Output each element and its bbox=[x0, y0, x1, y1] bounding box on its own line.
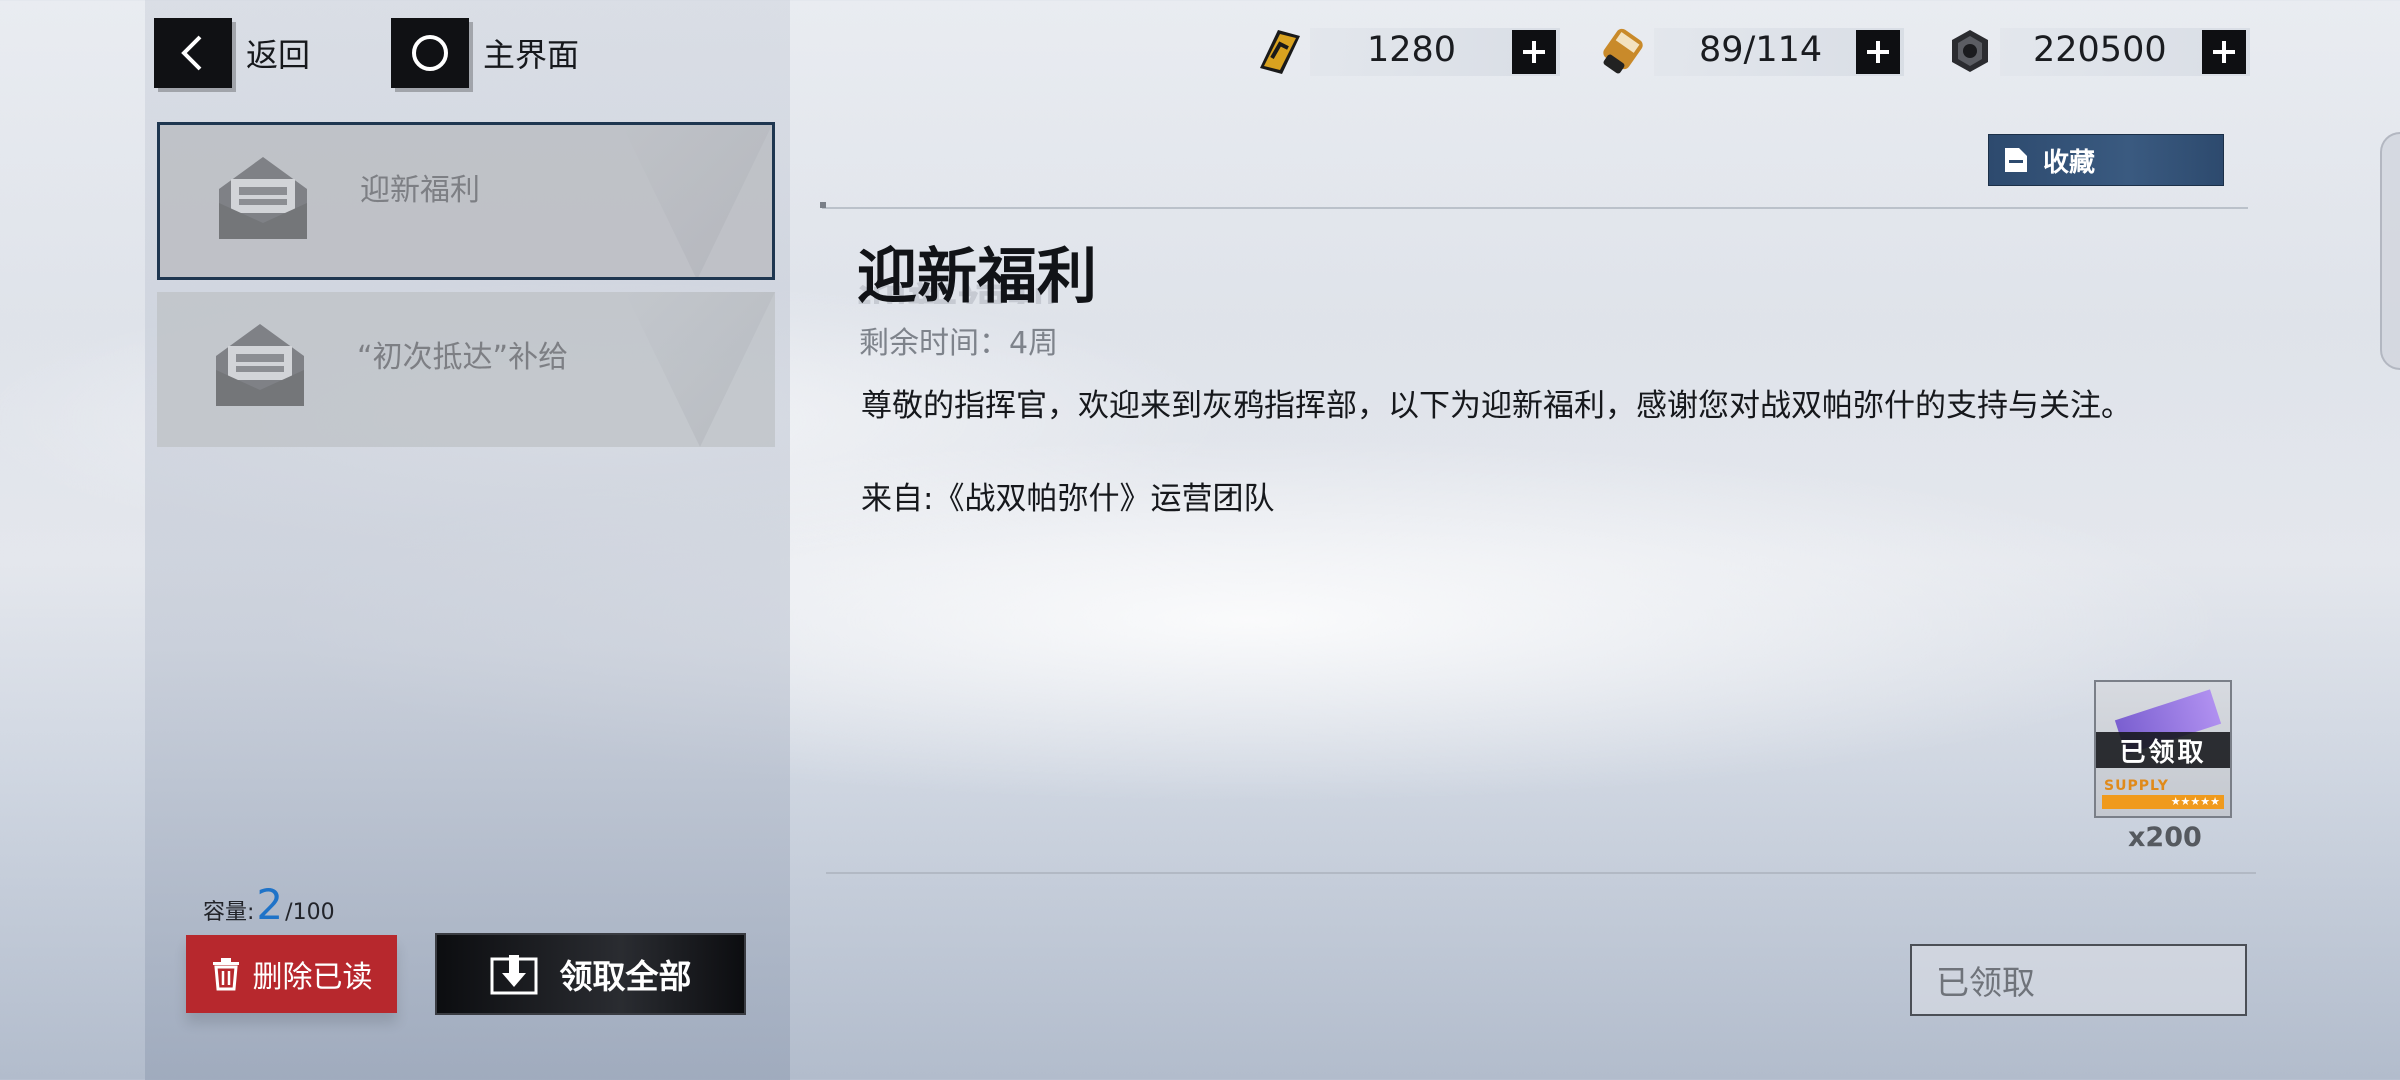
claim-all-label: 领取全部 bbox=[559, 957, 692, 996]
favorite-label: 收藏 bbox=[2043, 147, 2096, 178]
add-stamina-button[interactable] bbox=[1856, 30, 1900, 74]
delete-read-label: 删除已读 bbox=[252, 960, 373, 995]
divider-top bbox=[822, 207, 2248, 209]
add-coin-button[interactable] bbox=[2202, 30, 2246, 74]
mail-list-item-welcome[interactable]: 迎新福利 bbox=[157, 122, 775, 280]
mail-sender: 来自:《战双帕弥什》运营团队 bbox=[861, 481, 1275, 517]
capacity-label: 容量: bbox=[203, 900, 255, 925]
favorite-button[interactable]: 收藏 bbox=[1988, 134, 2224, 186]
opened-envelope-icon bbox=[216, 324, 304, 406]
divider-bottom bbox=[826, 872, 2256, 874]
download-icon bbox=[490, 955, 537, 995]
divider-marker bbox=[820, 202, 826, 208]
home-button[interactable]: 主界面 bbox=[391, 18, 579, 88]
resource-coin: 220500 bbox=[1940, 28, 2250, 76]
mailbox-capacity: 容量: 2 /100 bbox=[203, 880, 335, 929]
reward-supply-text: SUPPLY bbox=[2104, 778, 2169, 794]
document-icon bbox=[2005, 148, 2027, 172]
claimed-button[interactable]: 已领取 bbox=[1910, 944, 2247, 1016]
remaining-time: 剩余时间：4周 bbox=[859, 326, 1059, 361]
trash-icon bbox=[212, 958, 239, 991]
claimed-button-label: 已领取 bbox=[1936, 963, 2035, 1002]
side-scroll-handle[interactable] bbox=[2380, 132, 2400, 370]
plus-icon bbox=[1867, 41, 1889, 63]
mail-title: 迎新福利 bbox=[857, 242, 1097, 312]
resource-gold: 1280 bbox=[1250, 28, 1560, 76]
gold-bar-icon bbox=[1260, 30, 1300, 74]
resource-stamina-value: 89/114 bbox=[1699, 30, 1823, 70]
cog-coin-icon bbox=[1952, 30, 1988, 72]
mail-list-item-first-arrival[interactable]: “初次抵达”补给 bbox=[157, 292, 775, 447]
reward-item[interactable]: 已领取 SUPPLY ★★★★★ bbox=[2094, 680, 2232, 818]
resource-coin-value: 220500 bbox=[2033, 30, 2167, 70]
claim-all-button[interactable]: 领取全部 bbox=[435, 933, 746, 1015]
capacity-current: 2 bbox=[256, 880, 284, 929]
back-button[interactable]: 返回 bbox=[154, 18, 310, 88]
stamina-canister-icon bbox=[1603, 28, 1643, 74]
mail-body: 尊敬的指挥官，欢迎来到灰鸦指挥部，以下为迎新福利，感谢您对战双帕弥什的支持与关注… bbox=[861, 388, 2132, 424]
home-label: 主界面 bbox=[483, 36, 580, 74]
plus-icon bbox=[2213, 41, 2235, 63]
delete-read-button[interactable]: 删除已读 bbox=[186, 935, 397, 1013]
plus-icon bbox=[1523, 41, 1545, 63]
back-label: 返回 bbox=[246, 36, 311, 74]
resource-stamina: 89/114 bbox=[1594, 28, 1904, 76]
chevron-left-icon bbox=[154, 18, 232, 88]
home-circle-icon bbox=[391, 18, 469, 88]
reward-quantity: x200 bbox=[2128, 822, 2202, 853]
resource-gold-value: 1280 bbox=[1367, 30, 1457, 70]
capacity-max: /100 bbox=[285, 900, 335, 925]
mail-item-title: 迎新福利 bbox=[360, 173, 480, 208]
opened-envelope-icon bbox=[219, 157, 307, 239]
mail-item-title: “初次抵达”补给 bbox=[357, 340, 569, 375]
add-gold-button[interactable] bbox=[1512, 30, 1556, 74]
reward-stars: ★★★★★ bbox=[2102, 795, 2224, 809]
reward-claimed-tag: 已领取 bbox=[2096, 732, 2230, 768]
